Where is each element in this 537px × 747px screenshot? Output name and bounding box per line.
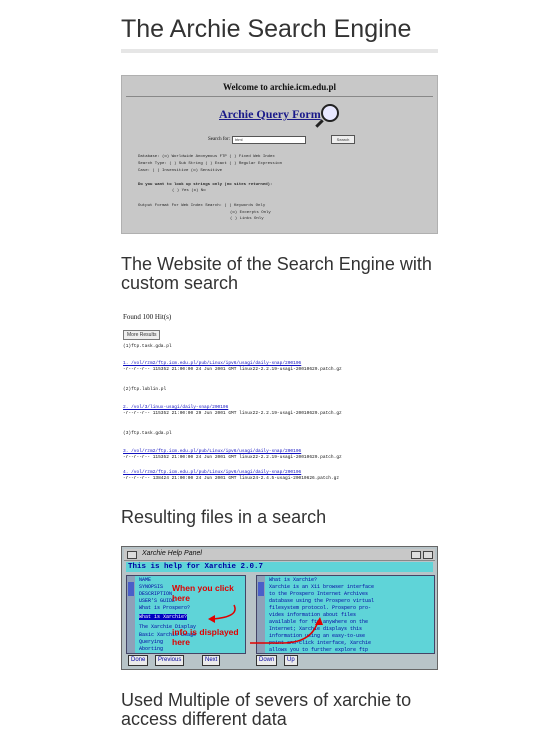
- result-path[interactable]: 3. /vol/rzm2/ftp.icm.edu.pl/pub/Linux/ip…: [123, 449, 301, 454]
- up-button[interactable]: Up: [284, 655, 298, 666]
- page-title: The Archie Search Engine: [121, 15, 412, 43]
- result-path[interactable]: 1. /vol/rzm2/ftp.icm.edu.pl/pub/Linux/ip…: [123, 361, 301, 366]
- previous-button[interactable]: Previous: [155, 655, 185, 666]
- more-results-button[interactable]: More Results: [123, 330, 161, 340]
- caption-3: Used Multiple of severs of xarchie to ac…: [121, 690, 412, 729]
- result-host: (3)ftp.task.gda.pl: [123, 431, 172, 436]
- result-file: -r--r--r-- 115352 21:00:00 24 Jun 2001 G…: [123, 367, 342, 372]
- form-row: Search Type: ( ) Sub String ( ) Exact ( …: [138, 162, 283, 166]
- arrow-to-help-pane: [250, 620, 319, 644]
- form-row: ( ) Yes (o) No: [172, 189, 206, 193]
- arrow-to-selection: [211, 604, 236, 620]
- caption-2: Resulting files in a search: [121, 507, 327, 527]
- form-row: (o) Excerpts Only: [230, 211, 271, 215]
- annotation-arrows: [208, 604, 323, 644]
- divider: [126, 96, 433, 97]
- result-host: (1)ftp.task.gda.pl: [123, 344, 172, 349]
- form-title: Archie Query Form: [219, 107, 321, 121]
- magnifier-icon: [321, 104, 339, 122]
- search-button[interactable]: Search: [331, 135, 355, 144]
- caption-1: The Website of the Search Engine with cu…: [121, 254, 432, 293]
- form-row: Case: ( ) Insensitive (o) Sensitive: [138, 169, 223, 173]
- result-file: -r--r--r-- 115352 21:00:00 24 Jun 2001 G…: [123, 455, 342, 460]
- done-button[interactable]: Done: [128, 655, 149, 666]
- form-row: Do you want to look up strings only (no …: [138, 183, 273, 187]
- form-row: Database: (o) Worldwide Anonymous FTP ( …: [138, 155, 275, 159]
- title-divider: [121, 49, 438, 53]
- welcome-heading: Welcome to archie.icm.edu.pl: [222, 82, 337, 92]
- search-input[interactable]: html: [232, 136, 306, 144]
- down-button[interactable]: Down: [256, 655, 278, 666]
- search-for-label: Search for:: [208, 137, 231, 142]
- results-count: Found 100 Hit(s): [123, 313, 172, 321]
- result-file: -r--r--r-- 115352 21:00:00 29 Jun 2001 G…: [123, 411, 342, 416]
- arrowhead-left: [208, 615, 215, 623]
- result-path[interactable]: 2. /vol/3/linux-usagi/daily-snap/200106: [123, 405, 228, 410]
- arrowhead-right: [315, 617, 323, 625]
- xarchie-help-panel-screenshot: Xarchie Help Panel This is help for Xarc…: [121, 546, 438, 670]
- form-row: Output Format For Web Index Search: ( ) …: [138, 204, 266, 208]
- search-results-screenshot: Found 100 Hit(s) More Results (1)ftp.tas…: [121, 311, 438, 486]
- archie-query-form-screenshot: Welcome to archie.icm.edu.pl Archie Quer…: [121, 75, 438, 234]
- result-host: (2)ftp.lublin.pl: [123, 387, 167, 392]
- result-path[interactable]: 4. /vol/rzm2/ftp.icm.edu.pl/pub/Linux/ip…: [123, 470, 301, 475]
- result-file: -r--r--r-- 138424 21:00:00 24 Jun 2001 G…: [123, 476, 340, 481]
- next-button[interactable]: Next: [202, 655, 221, 666]
- form-row: ( ) Links Only: [230, 217, 264, 221]
